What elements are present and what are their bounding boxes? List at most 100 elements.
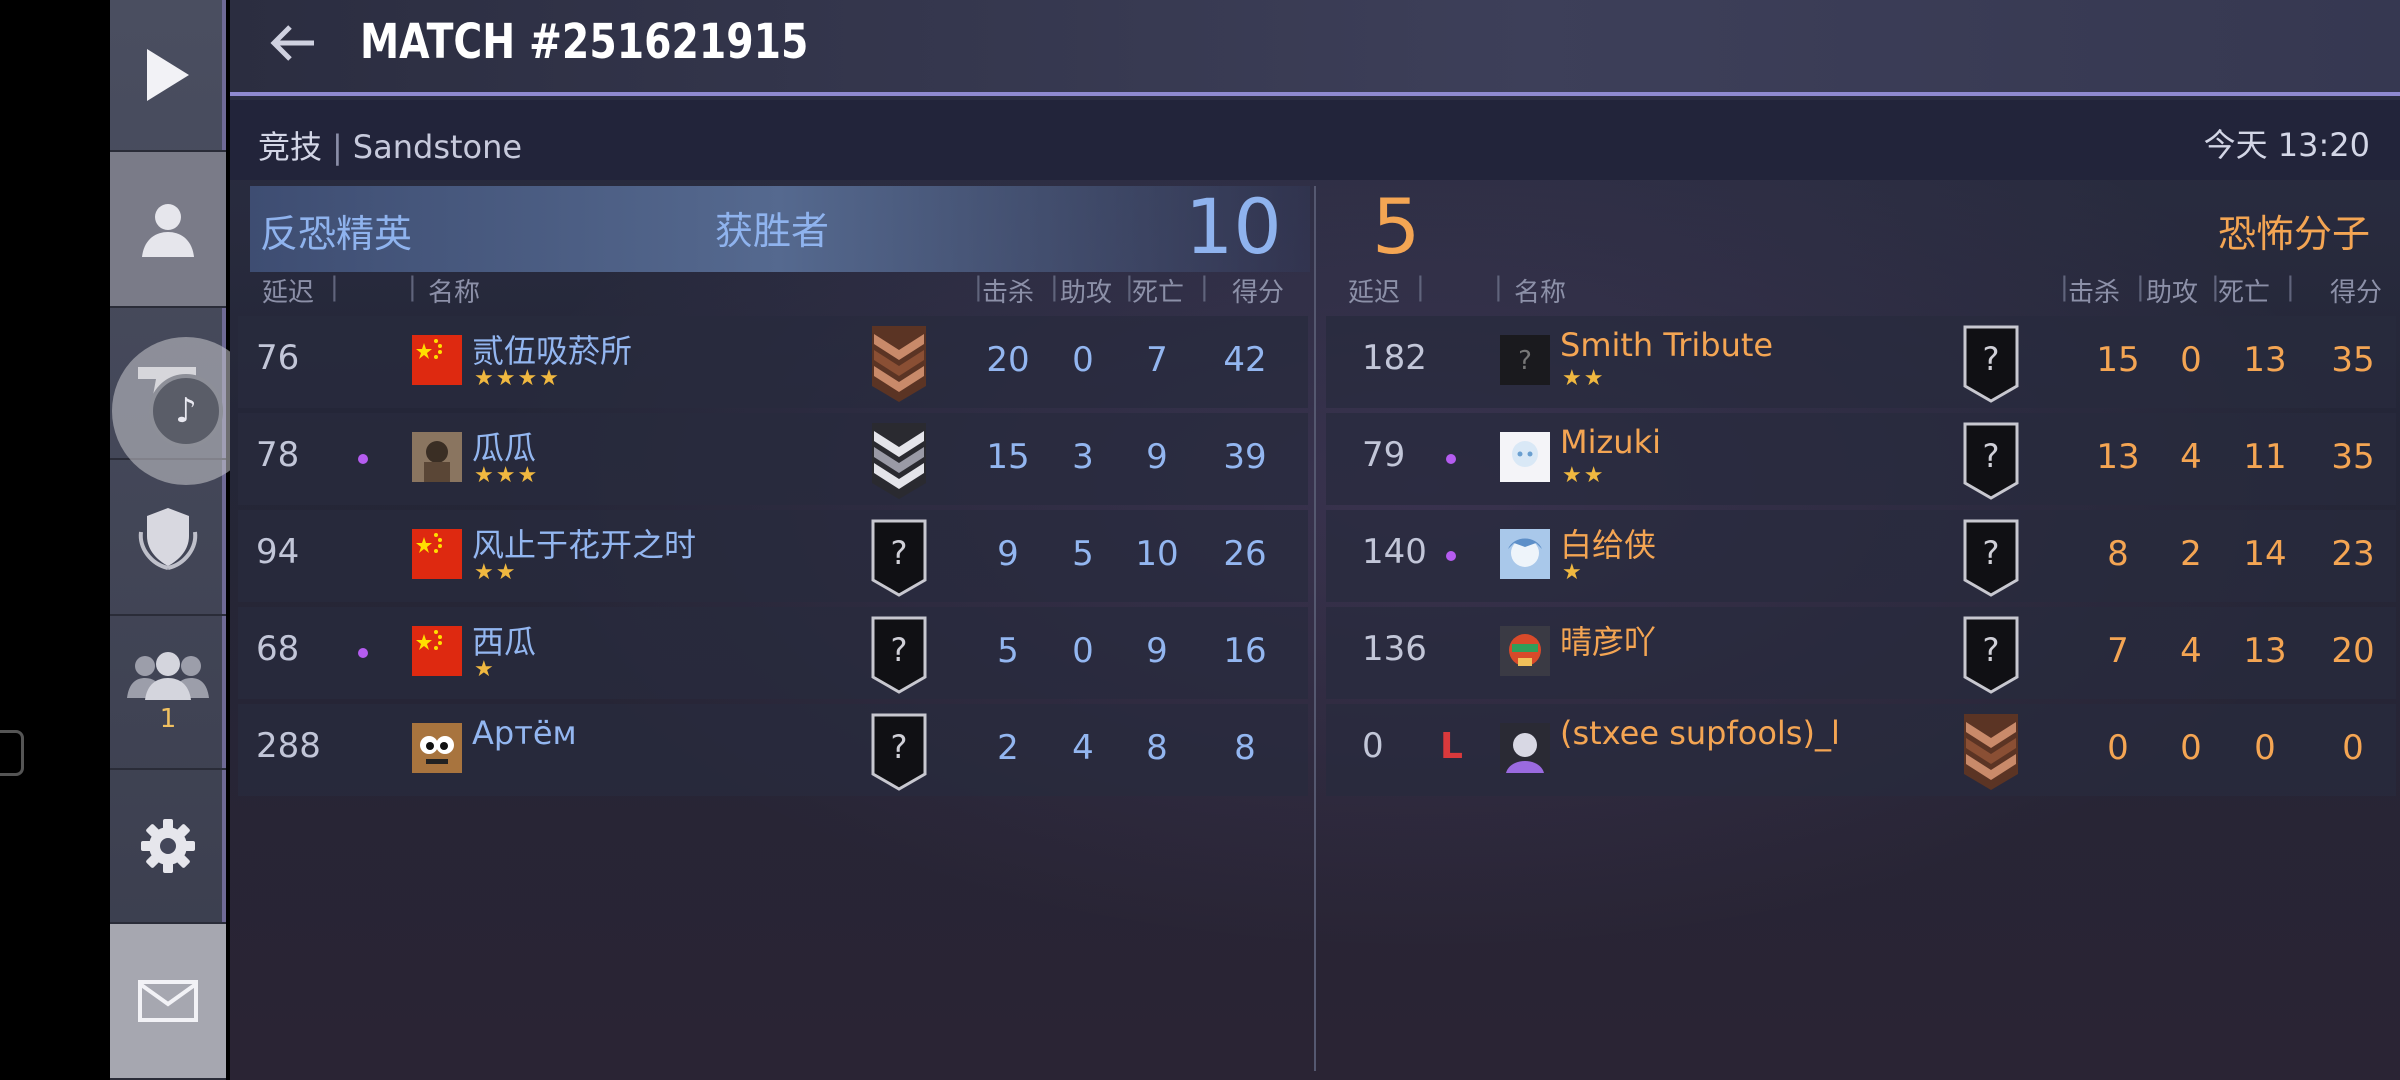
player-avatar[interactable] [412, 529, 462, 579]
svg-text:?: ? [1983, 534, 2000, 572]
t-team-score: 5 [1372, 182, 1421, 271]
sidebar-item-rank[interactable] [110, 460, 226, 616]
player-avatar[interactable] [1500, 723, 1550, 773]
player-deaths: 10 [1135, 534, 1179, 574]
col-deaths: 死亡 [2218, 278, 2271, 308]
player-stars: ★★★★ [474, 366, 561, 391]
player-kills: 15 [2096, 340, 2140, 380]
player-row[interactable]: 288 Артём? 2 4 8 8 [238, 704, 1308, 796]
app-frame: 1 ♪ MATCH #251621915 竞技 | Sandstone 今天 1… [0, 0, 2400, 1080]
sidebar-item-friends[interactable]: 1 [110, 616, 226, 770]
player-score: 8 [1234, 728, 1256, 768]
player-name[interactable]: 晴彦吖 [1560, 617, 1656, 663]
col-divider: | [408, 272, 417, 302]
rank-badge-icon: ? [870, 518, 928, 597]
player-deaths: 9 [1146, 631, 1168, 671]
rank-badge-icon: ? [1962, 615, 2020, 694]
player-name[interactable]: Smith Tribute [1560, 326, 1773, 364]
camera-notch [0, 730, 24, 776]
player-deaths: 9 [1146, 437, 1168, 477]
player-avatar[interactable] [412, 723, 462, 773]
player-stars: ★★ [474, 560, 518, 585]
col-divider: | [330, 272, 339, 302]
player-assists: 2 [2180, 534, 2202, 574]
player-row[interactable]: 79 Mizuki ★★? 13 4 11 35 [1326, 413, 2396, 505]
col-divider: | [1050, 272, 1059, 302]
t-column-headers: 延迟 | | 名称 | 击杀 | 助攻 | 死亡 | 得分 [1316, 272, 2400, 308]
player-row[interactable]: 136 晴彦吖? 7 4 13 20 [1326, 607, 2396, 699]
player-avatar[interactable] [1500, 626, 1550, 676]
col-score: 得分 [2330, 278, 2383, 308]
col-kills: 击杀 [2068, 278, 2121, 308]
player-avatar[interactable] [1500, 432, 1550, 482]
tiktok-icon: ♪ [149, 374, 223, 448]
player-row[interactable]: 78 瓜瓜 ★★★ 15 3 9 39 [238, 413, 1308, 505]
player-name[interactable]: Артём [472, 714, 577, 752]
player-ping: 68 [256, 629, 300, 669]
player-row[interactable]: 94 风止于花开之时 ★★? 9 5 10 26 [238, 510, 1308, 602]
player-assists: 4 [1072, 728, 1094, 768]
player-ping: 94 [256, 532, 300, 572]
svg-text:?: ? [1518, 346, 1532, 376]
match-time: 今天 13:20 [2203, 126, 2370, 164]
player-stars: ★ [474, 657, 496, 682]
player-assists: 5 [1072, 534, 1094, 574]
screen-edge [0, 0, 110, 1080]
player-deaths: 8 [1146, 728, 1168, 768]
player-avatar[interactable]: ? [1500, 335, 1550, 385]
mail-icon [138, 980, 198, 1022]
player-avatar[interactable] [1500, 529, 1550, 579]
player-row[interactable]: 0 L (stxee supfools)_l 0 0 0 0 [1326, 704, 2396, 796]
player-kills: 2 [997, 728, 1019, 768]
player-assists: 4 [2180, 437, 2202, 477]
sidebar-item-play[interactable] [110, 0, 226, 152]
svg-text:?: ? [1983, 437, 2000, 475]
player-kills: 15 [986, 437, 1030, 477]
player-score: 35 [2331, 437, 2375, 477]
match-details-panel: MATCH #251621915 竞技 | Sandstone 今天 13:20 反… [230, 0, 2400, 1080]
rank-shield-icon [138, 508, 198, 570]
sidebar: 1 [110, 0, 226, 1080]
sidebar-item-mail[interactable] [110, 924, 226, 1080]
page-title: MATCH #251621915 [360, 14, 809, 70]
player-deaths: 0 [2254, 728, 2276, 768]
ct-team-name: 反恐精英 [260, 212, 413, 256]
player-ping: 0 [1362, 726, 1384, 766]
player-score: 0 [2342, 728, 2364, 768]
player-assists: 3 [1072, 437, 1094, 477]
t-team-name: 恐怖分子 [2217, 212, 2370, 256]
col-ping: 延迟 [1348, 278, 1401, 308]
separator: | [332, 128, 343, 166]
player-row[interactable]: 140 白给侠 ★? 8 2 14 23 [1326, 510, 2396, 602]
player-deaths: 14 [2243, 534, 2287, 574]
player-deaths: 7 [1146, 340, 1168, 380]
col-divider: | [1200, 272, 1209, 302]
party-dot [1446, 551, 1456, 561]
play-icon [147, 49, 189, 101]
svg-text:?: ? [891, 631, 908, 669]
player-row[interactable]: 76 贰伍吸菸所 ★★★★ 20 0 7 42 [238, 316, 1308, 408]
profile-icon [142, 204, 194, 257]
col-assists: 助攻 [2146, 278, 2199, 308]
party-dot [358, 454, 368, 464]
back-arrow-icon[interactable] [270, 22, 330, 72]
sidebar-item-settings[interactable] [110, 770, 226, 924]
player-avatar[interactable] [412, 432, 462, 482]
player-ping: 288 [256, 726, 321, 766]
player-stars: ★ [1562, 560, 1584, 585]
player-kills: 7 [2107, 631, 2129, 671]
player-avatar[interactable] [412, 626, 462, 676]
player-name[interactable]: (stxee supfools)_l [1560, 714, 1840, 752]
player-name[interactable]: Mizuki [1560, 423, 1661, 461]
player-row[interactable]: 182? Smith Tribute ★★? 15 0 13 35 [1326, 316, 2396, 408]
rank-badge-icon [870, 421, 928, 499]
gear-icon [141, 819, 195, 873]
sidebar-item-profile[interactable] [110, 152, 226, 308]
player-avatar[interactable] [412, 335, 462, 385]
player-assists: 0 [1072, 340, 1094, 380]
col-ping: 延迟 [262, 278, 315, 308]
player-score: 16 [1223, 631, 1267, 671]
svg-text:?: ? [891, 728, 908, 766]
player-ping: 78 [256, 435, 300, 475]
player-row[interactable]: 68 西瓜 ★? 5 0 9 16 [238, 607, 1308, 699]
